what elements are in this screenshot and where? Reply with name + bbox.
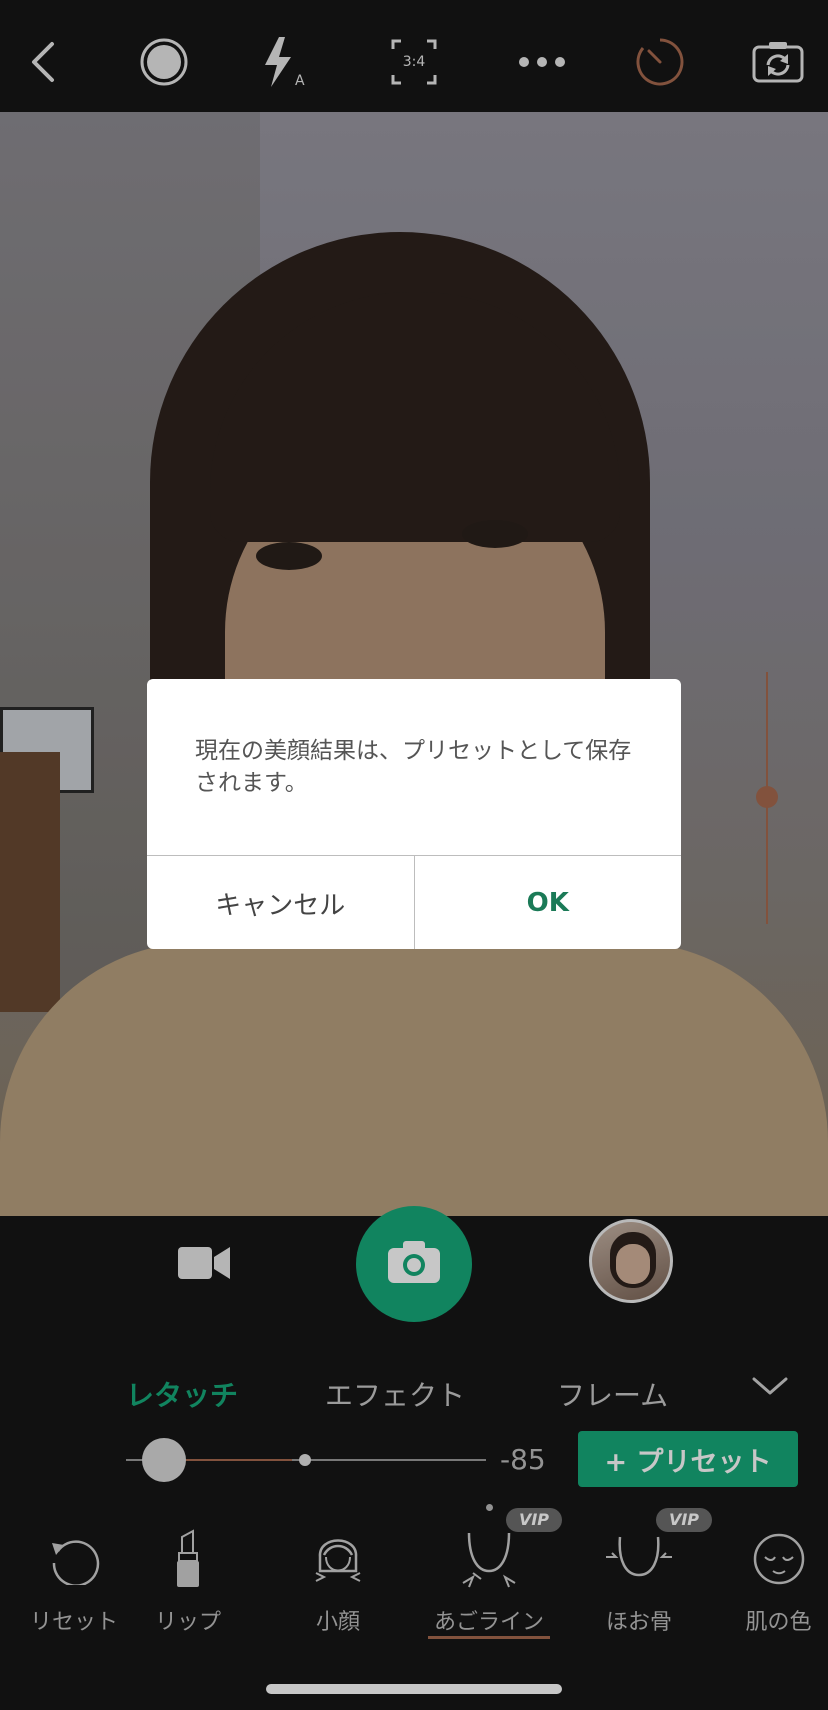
ok-button[interactable]: OK <box>415 856 682 949</box>
save-preset-dialog: 現在の美顔結果は、プリセットとして保存されます。 キャンセル OK <box>147 679 681 949</box>
dialog-buttons: キャンセル OK <box>147 855 681 949</box>
dialog-message: 現在の美顔結果は、プリセットとして保存されます。 <box>195 738 632 796</box>
cancel-button[interactable]: キャンセル <box>147 856 415 949</box>
